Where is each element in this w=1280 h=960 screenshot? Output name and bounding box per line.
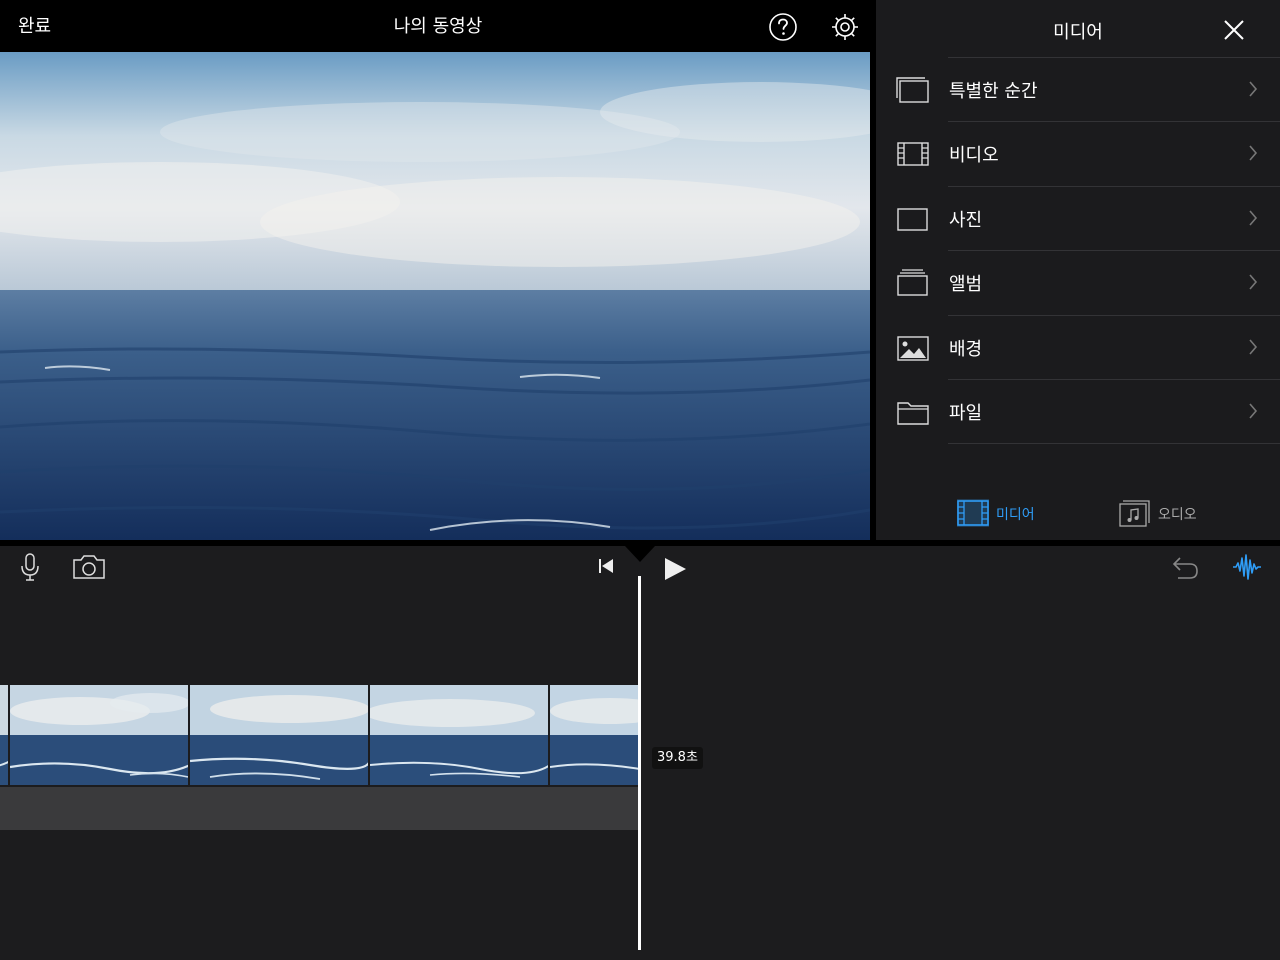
moments-icon bbox=[896, 77, 929, 103]
ocean-thumbnail-image bbox=[10, 685, 188, 785]
tab-label: 오디오 bbox=[1158, 507, 1197, 523]
audio-waveform-button[interactable] bbox=[1232, 552, 1262, 582]
ocean-thumbnail-image bbox=[0, 685, 8, 785]
timeline[interactable]: 39.8초 bbox=[0, 546, 1280, 960]
audio-track[interactable] bbox=[0, 787, 640, 830]
album-icon bbox=[897, 269, 928, 296]
media-item-moments[interactable]: 특별한 순간 bbox=[876, 58, 1280, 123]
media-item-backgrounds[interactable]: 배경 bbox=[876, 316, 1280, 380]
ocean-thumbnail-image bbox=[370, 685, 548, 785]
skip-to-start-button[interactable] bbox=[596, 557, 616, 575]
ocean-thumbnail-image bbox=[550, 685, 640, 785]
close-button[interactable] bbox=[1222, 18, 1246, 42]
skip-back-icon bbox=[599, 559, 613, 573]
play-icon bbox=[665, 558, 686, 580]
camera-icon bbox=[73, 555, 105, 579]
chevron-right-icon bbox=[1249, 274, 1258, 290]
undo-button[interactable] bbox=[1170, 554, 1200, 580]
background-icon bbox=[897, 335, 929, 361]
playhead-marker bbox=[625, 546, 655, 562]
chevron-right-icon bbox=[1249, 339, 1258, 355]
top-bar: 완료 나의 동영상 bbox=[0, 0, 876, 52]
tab-audio[interactable]: 오디오 bbox=[1118, 498, 1218, 528]
media-item-albums[interactable]: 앨범 bbox=[876, 251, 1280, 316]
tab-label: 미디어 bbox=[996, 507, 1035, 523]
duration-badge: 39.8초 bbox=[652, 747, 703, 769]
settings-button[interactable] bbox=[830, 12, 860, 42]
film-icon bbox=[897, 142, 929, 167]
chevron-right-icon bbox=[1249, 210, 1258, 226]
video-preview[interactable] bbox=[0, 52, 870, 540]
play-button[interactable] bbox=[662, 556, 688, 582]
gear-icon bbox=[832, 14, 858, 40]
microphone-icon bbox=[21, 553, 39, 581]
close-icon bbox=[1224, 20, 1244, 40]
media-tab-icon bbox=[957, 499, 989, 527]
playhead bbox=[638, 576, 641, 950]
folder-icon bbox=[897, 402, 929, 425]
media-item-label: 사진 bbox=[949, 209, 983, 231]
media-item-photos[interactable]: 사진 bbox=[876, 187, 1280, 252]
waveform-icon bbox=[1233, 554, 1261, 580]
media-item-video[interactable]: 비디오 bbox=[876, 122, 1280, 187]
project-title: 나의 동영상 bbox=[393, 16, 483, 37]
question-mark-icon bbox=[769, 13, 797, 41]
camera-button[interactable] bbox=[72, 554, 106, 580]
tab-media[interactable]: 미디어 bbox=[956, 498, 1046, 528]
media-item-label: 앨범 bbox=[949, 274, 983, 296]
voiceover-button[interactable] bbox=[18, 552, 42, 582]
undo-icon bbox=[1172, 557, 1198, 579]
clip-thumbnail bbox=[368, 685, 548, 785]
divider bbox=[948, 443, 1280, 445]
audio-tab-icon bbox=[1119, 500, 1150, 527]
chevron-right-icon bbox=[1249, 145, 1258, 161]
media-item-label: 비디오 bbox=[949, 145, 999, 167]
media-item-label: 파일 bbox=[949, 402, 983, 424]
chevron-right-icon bbox=[1249, 81, 1258, 97]
panel-title: 미디어 bbox=[1053, 22, 1103, 43]
media-source-list: 특별한 순간 비디오 사진 앨범 배경 파일 bbox=[876, 58, 1280, 445]
media-panel: 미디어 특별한 순간 비디오 사진 앨범 배경 파일 미디어 오디오 bbox=[876, 0, 1280, 540]
ocean-preview-image bbox=[0, 52, 870, 540]
clip-thumbnail bbox=[8, 685, 188, 785]
media-item-label: 배경 bbox=[949, 338, 983, 360]
media-item-files[interactable]: 파일 bbox=[876, 380, 1280, 445]
chevron-right-icon bbox=[1249, 403, 1258, 419]
ocean-thumbnail-image bbox=[190, 685, 368, 785]
media-item-label: 특별한 순간 bbox=[949, 81, 1038, 102]
clip-thumbnail bbox=[188, 685, 368, 785]
video-clip[interactable] bbox=[0, 685, 640, 785]
photo-icon bbox=[897, 208, 928, 231]
clip-thumbnail bbox=[548, 685, 640, 785]
clip-thumbnail bbox=[0, 685, 8, 785]
help-button[interactable] bbox=[768, 12, 798, 42]
